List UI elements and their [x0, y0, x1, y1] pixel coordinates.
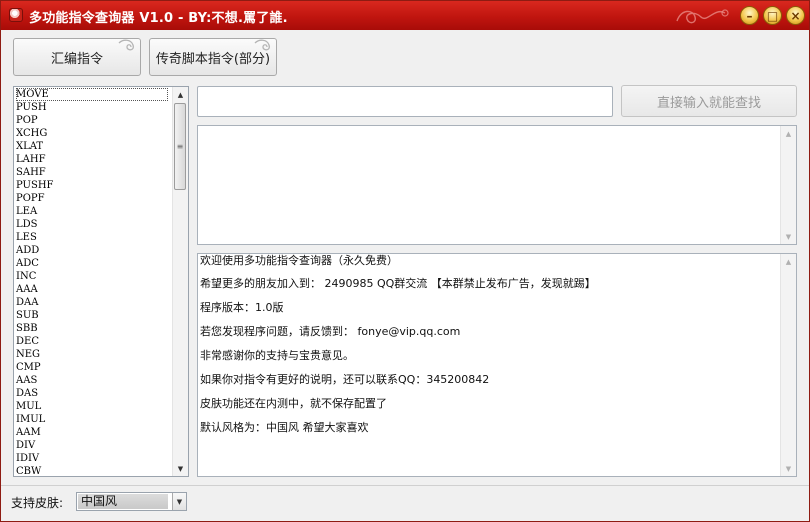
instruction-list-item[interactable]: LAHF: [16, 153, 168, 166]
info-line: 程序版本：1.0版: [200, 301, 284, 314]
info-scrollbar[interactable]: ▲ ▼: [780, 254, 796, 476]
instruction-description-area[interactable]: ▲ ▼: [197, 125, 797, 245]
instruction-list-scrollbar[interactable]: ▲ ≡ ▼: [172, 87, 188, 476]
cloud-swirl-decoration-icon: [676, 9, 729, 24]
info-line: 非常感谢你的支持与宝贵意见。: [200, 349, 354, 362]
maximize-icon[interactable]: □: [763, 6, 782, 25]
app-icon: [9, 8, 23, 22]
instruction-list-item[interactable]: LDS: [16, 218, 168, 231]
search-button[interactable]: 直接输入就能查找: [621, 85, 797, 117]
skin-label: 支持皮肤:: [11, 496, 64, 510]
instruction-list-item[interactable]: AAS: [16, 374, 168, 387]
info-line: 皮肤功能还在内测中，就不保存配置了: [200, 397, 387, 410]
instruction-list-item[interactable]: POPF: [16, 192, 168, 205]
search-input[interactable]: [197, 86, 613, 117]
arrow-up-icon[interactable]: ▲: [173, 87, 188, 102]
window-title: 多功能指令查询器 V1.0 - BY:不想.罵了誰.: [29, 11, 288, 26]
skin-select[interactable]: 中国风 ▼: [76, 492, 187, 511]
app-window: 多功能指令查询器 V1.0 - BY:不想.罵了誰. – □ × 汇编指令 传奇…: [0, 0, 810, 522]
chevron-down-icon[interactable]: ▼: [172, 493, 186, 510]
arrow-down-icon[interactable]: ▼: [781, 229, 796, 244]
info-lines: 欢迎使用多功能指令查询器（永久免费） 希望更多的朋友加入到： 2490985 QQ…: [198, 254, 796, 445]
instruction-list-item[interactable]: POP: [16, 114, 168, 127]
legend-script-button[interactable]: 传奇脚本指令(部分): [149, 38, 277, 76]
info-line: 欢迎使用多功能指令查询器（永久免费）: [200, 254, 398, 267]
instruction-list-item[interactable]: INC: [16, 270, 168, 283]
instruction-list-item[interactable]: LEA: [16, 205, 168, 218]
instruction-list-item[interactable]: MOVE: [16, 88, 168, 101]
instruction-list-item[interactable]: LES: [16, 231, 168, 244]
instruction-list-item[interactable]: AAA: [16, 283, 168, 296]
arrow-down-icon[interactable]: ▼: [781, 461, 796, 476]
instruction-list-item[interactable]: PUSH: [16, 101, 168, 114]
instruction-list-item[interactable]: SAHF: [16, 166, 168, 179]
instruction-list-item[interactable]: CBW: [16, 465, 168, 476]
instruction-list-item[interactable]: AAM: [16, 426, 168, 439]
minimize-icon[interactable]: –: [740, 6, 759, 25]
status-bar: 支持皮肤: 中国风 ▼: [1, 485, 809, 521]
arrow-up-icon[interactable]: ▲: [781, 254, 796, 269]
info-line: 若您发现程序问题，请反馈到： fonye@vip.qq.com: [200, 325, 461, 338]
description-scrollbar[interactable]: ▲ ▼: [780, 126, 796, 244]
cloud-curl-icon: [118, 39, 134, 51]
instruction-list-item[interactable]: PUSHF: [16, 179, 168, 192]
instruction-list-item[interactable]: SUB: [16, 309, 168, 322]
skin-select-value: 中国风: [78, 494, 168, 509]
search-button-label: 直接输入就能查找: [656, 95, 761, 111]
instruction-list-item[interactable]: MUL: [16, 400, 168, 413]
info-line: 希望更多的朋友加入到： 2490985 QQ群交流 【本群禁止发布广告，发现就踢…: [200, 277, 596, 290]
instruction-list-item[interactable]: DAS: [16, 387, 168, 400]
instruction-list-item[interactable]: DIV: [16, 439, 168, 452]
instruction-list-item[interactable]: NEG: [16, 348, 168, 361]
asm-instructions-button[interactable]: 汇编指令: [13, 38, 141, 76]
instruction-list-items: MOVE PUSH POP XCHG XLAT LAHF SAHF PUSHF POPF LEA L…: [14, 87, 188, 476]
title-bar[interactable]: 多功能指令查询器 V1.0 - BY:不想.罵了誰. – □ ×: [1, 1, 809, 30]
instruction-list-item[interactable]: DEC: [16, 335, 168, 348]
instruction-list-item[interactable]: CMP: [16, 361, 168, 374]
info-line: 如果你对指令有更好的说明，还可以联系QQ：345200842: [200, 373, 490, 386]
info-line: 默认风格为：中国风 希望大家喜欢: [200, 421, 369, 434]
cloud-curl-icon: [254, 39, 270, 51]
scroll-thumb[interactable]: ≡: [174, 103, 186, 190]
instruction-list-item[interactable]: IMUL: [16, 413, 168, 426]
asm-instructions-label: 汇编指令: [50, 51, 103, 67]
info-area[interactable]: 欢迎使用多功能指令查询器（永久免费） 希望更多的朋友加入到： 2490985 QQ…: [197, 253, 797, 477]
instruction-list-item[interactable]: SBB: [16, 322, 168, 335]
instruction-list-item[interactable]: DAA: [16, 296, 168, 309]
arrow-down-icon[interactable]: ▼: [173, 461, 188, 476]
instruction-list-item[interactable]: IDIV: [16, 452, 168, 465]
instruction-list-item[interactable]: XLAT: [16, 140, 168, 153]
close-icon[interactable]: ×: [786, 6, 805, 25]
arrow-up-icon[interactable]: ▲: [781, 126, 796, 141]
instruction-list[interactable]: MOVE PUSH POP XCHG XLAT LAHF SAHF PUSHF POPF LEA L…: [13, 86, 189, 477]
instruction-list-item[interactable]: ADC: [16, 257, 168, 270]
instruction-list-item[interactable]: ADD: [16, 244, 168, 257]
instruction-list-item[interactable]: XCHG: [16, 127, 168, 140]
